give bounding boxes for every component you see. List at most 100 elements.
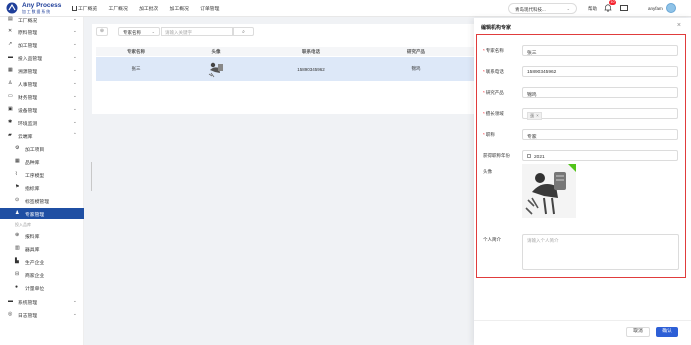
highlight-box: [476, 34, 686, 278]
sidebar-item-processing[interactable]: ↗ 加工管理 ⌄: [0, 39, 84, 50]
person-icon: ♙: [8, 80, 13, 86]
sidebar-item-process-project[interactable]: ⚙ 加工项目: [0, 143, 84, 154]
chevron-down-icon: ⌄: [73, 16, 77, 21]
logo-mark-icon: [6, 2, 18, 14]
sidebar-item-factory-status[interactable]: ▤ 工厂概况 ⌄: [0, 14, 84, 25]
sidebar-group-label: 投入品库: [15, 222, 31, 227]
sidebar-item-label: 工厂概况: [18, 19, 38, 24]
sidebar-item-label: 加工管理: [18, 44, 38, 49]
brand-name: Any Process: [22, 2, 62, 9]
chevron-down-icon: ⌄: [151, 29, 155, 34]
search-field-select[interactable]: 专家名称 ⌄: [118, 27, 160, 36]
sidebar-item-label: 器具库: [25, 248, 40, 253]
sidebar-item-finance[interactable]: ▭ 财务管理 ⌄: [0, 91, 84, 102]
sidebar-item-log-management[interactable]: ◎ 日志管理 ⌄: [0, 309, 84, 320]
expert-icon: ♟: [15, 210, 20, 216]
sidebar-item-cloud-library[interactable]: ▰ 云端库 ⌃: [0, 130, 84, 141]
sidebar-item-raw-material[interactable]: ✕ 原料管理 ⌄: [0, 26, 84, 37]
process-model-icon: ⌇: [15, 171, 18, 177]
drawer-footer: 取消 确认: [474, 320, 691, 345]
chevron-up-icon: ⌃: [73, 132, 77, 137]
sidebar-item-label: 财务管理: [18, 96, 38, 101]
sidebar-item-label: 投入品管理: [18, 57, 42, 62]
enterprise-icon: ▙: [15, 258, 19, 264]
sidebar-item-material-library[interactable]: ⊕ 报料库: [0, 230, 84, 241]
sidebar-item-indicator-library[interactable]: ⚑ 指标库: [0, 182, 84, 193]
chevron-down-icon: ⌄: [73, 311, 77, 316]
chevron-down-icon: ⌄: [73, 28, 77, 33]
nav-process-overview[interactable]: 加工概况: [170, 5, 189, 12]
sidebar-item-label: 加工项目: [25, 148, 45, 153]
location-icon: ●: [15, 284, 19, 290]
sidebar-item-traceability[interactable]: ▦ 溯源管理 ⌄: [0, 65, 84, 76]
column-header[interactable]: 研究产品: [366, 47, 466, 56]
sidebar-item-merchant-enterprise[interactable]: ⊟ 商家企业: [0, 269, 84, 280]
sidebar-item-inputs[interactable]: ▬ 投入品管理 ⌄: [0, 52, 84, 63]
environment-icon: ✱: [8, 119, 13, 125]
sidebar-item-system-management[interactable]: ▬ 系统管理 ⌄: [0, 296, 84, 307]
log-icon: ◎: [8, 311, 13, 317]
cell-avatar: [176, 57, 256, 81]
chevron-down-icon: ⌄: [73, 41, 77, 46]
sidebar-item-label: 生产企业: [25, 261, 45, 266]
nav-process-batch[interactable]: 加工批次: [139, 5, 158, 12]
sidebar-item-label: 环境监测: [18, 122, 38, 127]
sidebar-item-label: 日志管理: [18, 314, 38, 319]
search-icon: ⌕: [242, 29, 245, 35]
column-header[interactable]: 头像: [176, 47, 256, 56]
cell-expert-name: 张三: [131, 66, 141, 71]
sidebar-item-label: 商家企业: [25, 274, 45, 279]
sidebar-item-label: 指标库: [25, 187, 40, 192]
project-icon: ⚙: [15, 145, 20, 151]
sidebar-item-label: 工序模型: [25, 174, 45, 179]
chevron-down-icon: ⌄: [73, 54, 77, 59]
sidebar-item-process-model[interactable]: ⌇ 工序模型: [0, 169, 84, 180]
nav-factory-status[interactable]: 工厂概况: [109, 5, 128, 12]
environment-select[interactable]: 青岛现代科技... ⌄: [508, 3, 577, 14]
nav-factory-overview[interactable]: 工厂概览: [72, 5, 97, 12]
help-link[interactable]: 帮助: [588, 6, 597, 12]
environment-select-value: 青岛现代科技...: [515, 7, 546, 12]
nav-order-management[interactable]: 订单管理: [200, 5, 219, 12]
refresh-button[interactable]: ⊕: [96, 27, 108, 36]
cloud-library-icon: ▰: [8, 132, 12, 138]
sidebar-item-label: 原料管理: [18, 31, 38, 36]
search-input[interactable]: 请输入关键字: [161, 27, 233, 36]
confirm-button[interactable]: 确认: [656, 327, 678, 337]
label-icon: ⊙: [15, 197, 20, 203]
system-icon: ▬: [8, 298, 13, 304]
sidebar-item-label-management[interactable]: ⊙ 标签模管理: [0, 195, 84, 206]
search-button[interactable]: ⌕: [233, 27, 254, 36]
sidebar-item-equipment-library[interactable]: ▥ 器具库: [0, 243, 84, 254]
sidebar: ▤ 工厂概况 ⌄ ✕ 原料管理 ⌄ ↗ 加工管理 ⌄ ▬ 投入品管理 ⌄ ▦ 溯源管理 ⌄ ♙ 人事管…: [0, 14, 84, 345]
sidebar-item-variety-library[interactable]: ▦ 品种库: [0, 156, 84, 167]
chevron-down-icon: ⌄: [566, 6, 570, 11]
column-header[interactable]: 专家名称: [96, 47, 176, 56]
sidebar-item-label: 报料库: [25, 235, 40, 240]
sidebar-item-hr[interactable]: ♙ 人事管理 ⌄: [0, 78, 84, 89]
user-avatar[interactable]: [666, 3, 676, 13]
scrollbar[interactable]: [91, 162, 92, 191]
cancel-button[interactable]: 取消: [626, 327, 650, 337]
sidebar-item-environment[interactable]: ✱ 环境监测 ⌄: [0, 117, 84, 128]
material-icon: ⊕: [15, 232, 20, 238]
sidebar-item-label: 人事管理: [18, 83, 38, 88]
sidebar-item-expert-management[interactable]: ♟ 专家管理: [0, 208, 84, 219]
column-header[interactable]: 联系电话: [256, 47, 366, 56]
indicator-icon: ⚑: [15, 184, 20, 190]
sidebar-item-devices[interactable]: ▣ 设备管理 ⌄: [0, 104, 84, 115]
expert-avatar-image: [206, 60, 226, 78]
mail-icon[interactable]: [620, 5, 628, 11]
finance-icon: ▭: [8, 93, 13, 99]
device-icon: ▣: [8, 106, 13, 112]
close-icon[interactable]: ×: [677, 22, 681, 29]
tools-icon: ✕: [8, 28, 13, 34]
chevron-down-icon: ⌄: [73, 67, 77, 72]
sidebar-item-label: 标签模管理: [25, 200, 49, 205]
trace-icon: ▦: [8, 67, 13, 73]
sidebar-item-production-enterprise[interactable]: ▙ 生产企业: [0, 256, 84, 267]
username[interactable]: anyfam: [648, 6, 663, 11]
cell-phone: 15890345962: [297, 66, 325, 72]
sidebar-item-measurement-unit[interactable]: ● 计量单位: [0, 282, 84, 293]
chevron-down-icon: ⌄: [73, 298, 77, 303]
